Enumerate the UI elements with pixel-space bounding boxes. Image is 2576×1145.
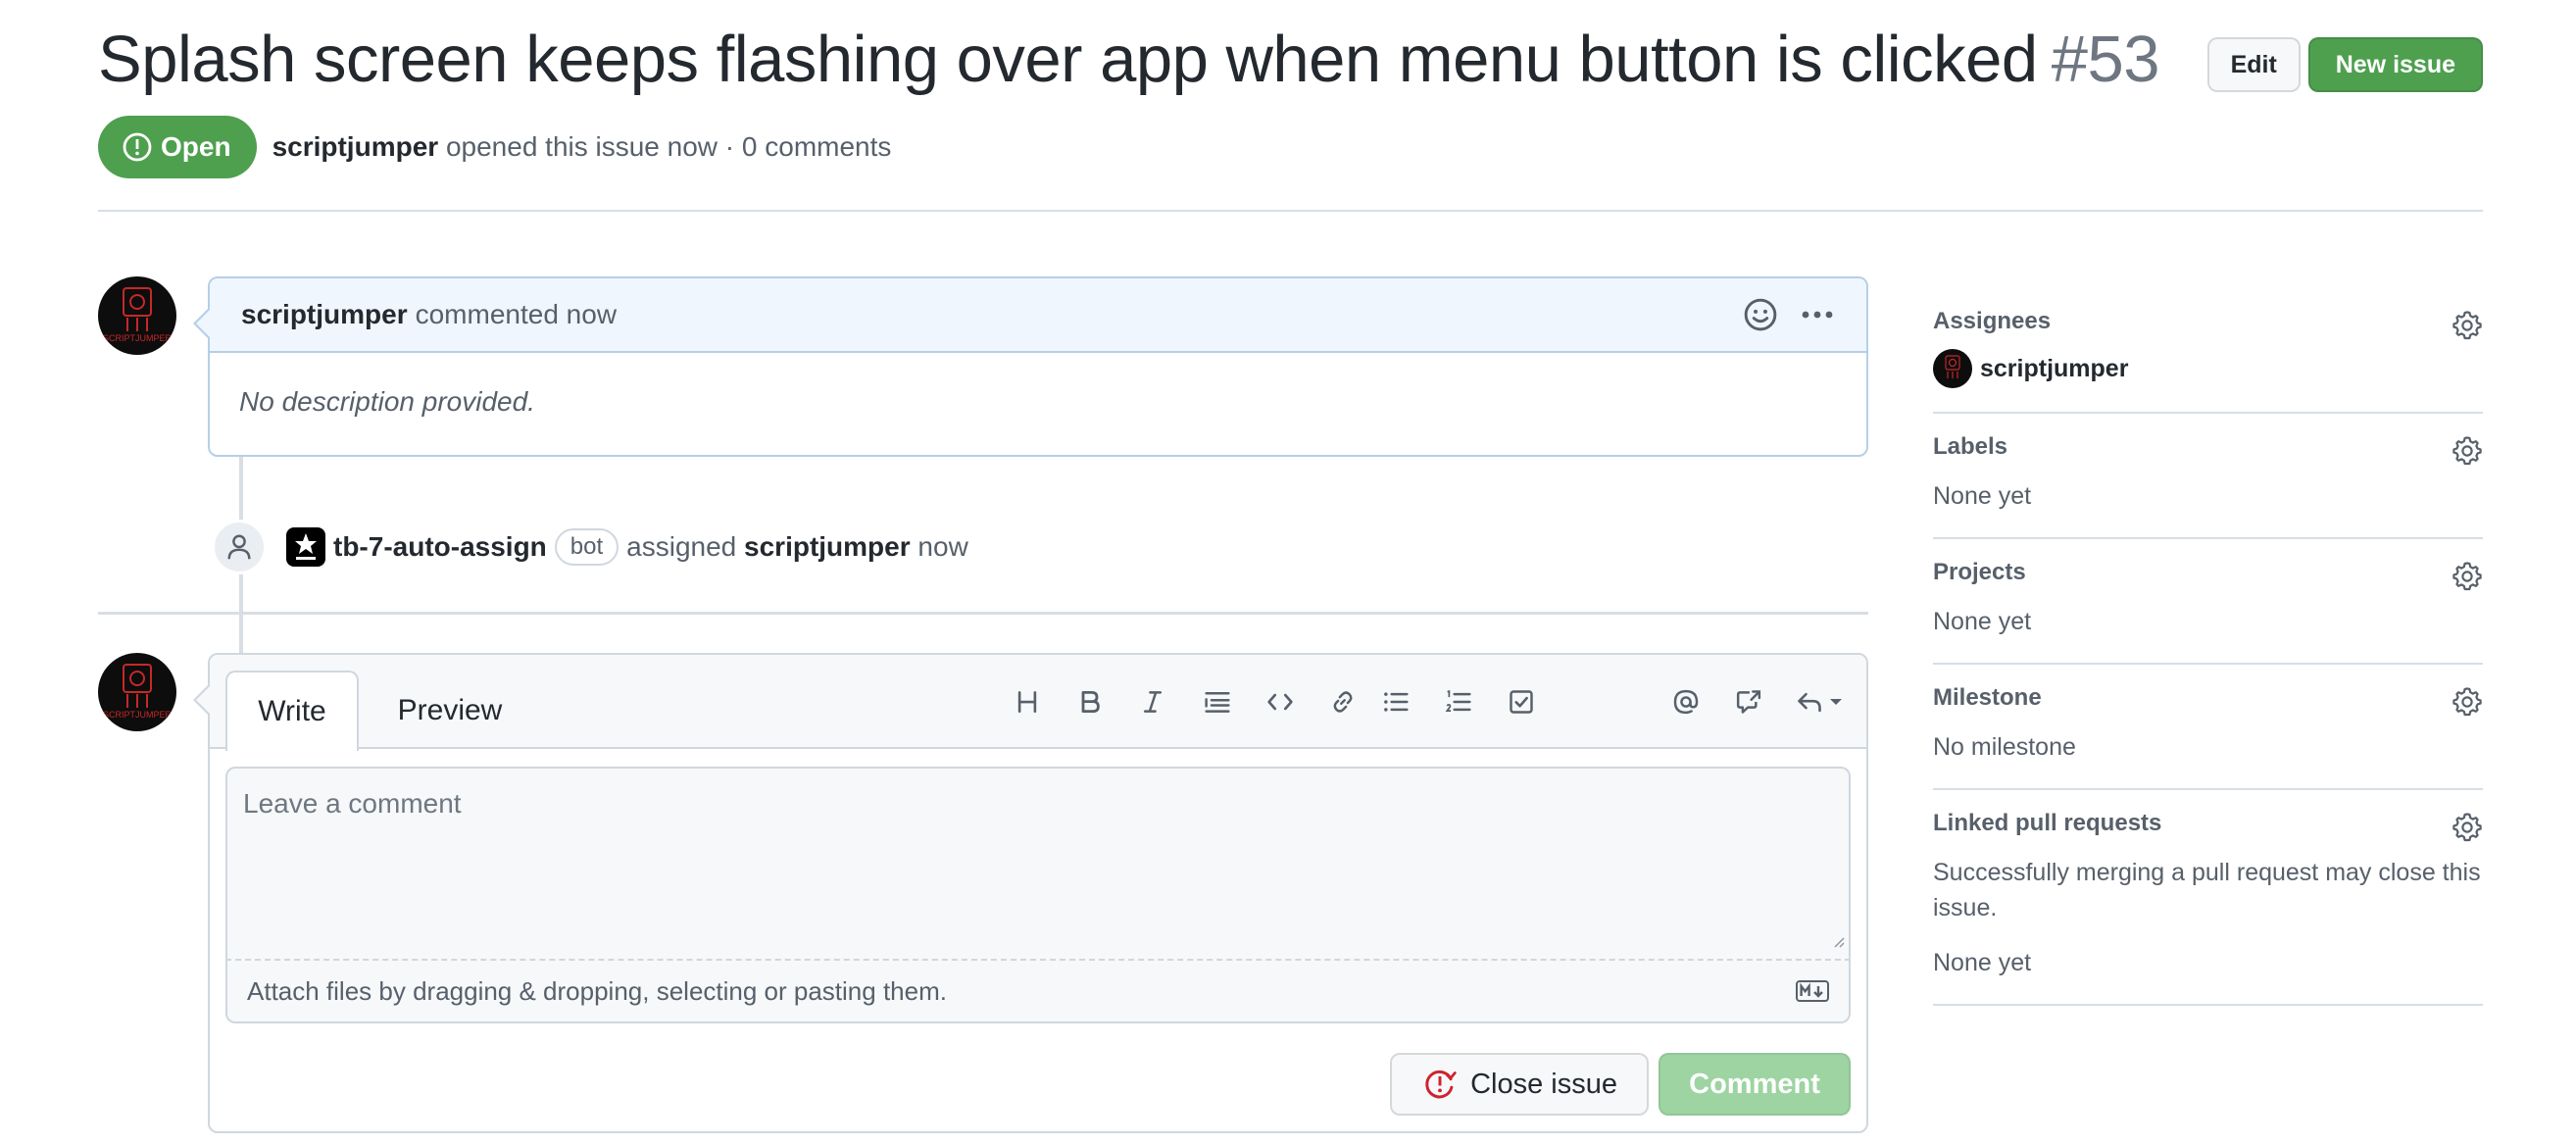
toolbar-group-lists [1364, 680, 1553, 723]
issue-title-text: Splash screen keeps flashing over app wh… [98, 23, 2038, 96]
mention-icon[interactable] [1655, 680, 1717, 723]
assignees-title[interactable]: Assignees [1933, 308, 2483, 335]
kebab-menu-icon[interactable] [1798, 297, 1837, 332]
labels-gear-icon[interactable] [2452, 435, 2483, 472]
projects-gear-icon[interactable] [2452, 561, 2483, 597]
linked-prs-description: Successfully merging a pull request may … [1933, 859, 2481, 921]
linked-prs-value: None yet [1933, 949, 2032, 976]
event-time: now [917, 531, 968, 562]
milestone-title[interactable]: Milestone [1933, 684, 2483, 712]
current-user-avatar[interactable]: SCRIPTJUMPER [98, 653, 176, 731]
heading-icon[interactable] [996, 680, 1059, 723]
code-icon[interactable] [1249, 680, 1312, 723]
bot-actor-link[interactable]: tb-7-auto-assign [333, 531, 547, 563]
person-icon [212, 520, 267, 574]
issue-number: #53 [2051, 23, 2160, 96]
timeline-line-lower [239, 615, 243, 653]
comment-composer: Write Preview Leave a comment Attach fil… [193, 653, 1868, 1133]
comment-author-avatar[interactable]: SCRIPTJUMPER [98, 276, 176, 355]
toolbar-group-references [1655, 680, 1858, 723]
issue-meta: scriptjumper opened this issue now · 0 c… [272, 131, 892, 163]
header-actions: Edit New issue [2206, 37, 2483, 92]
milestone-gear-icon[interactable] [2452, 686, 2483, 722]
state-badge: Open [98, 116, 257, 178]
add-reaction-icon[interactable] [1743, 297, 1778, 332]
assignees-gear-icon[interactable] [2452, 310, 2483, 346]
saved-replies-icon[interactable] [1780, 680, 1858, 723]
projects-value: None yet [1933, 608, 2032, 635]
event-action: assigned [626, 531, 737, 562]
assignee-avatar [1933, 349, 1972, 388]
timeline-event-assigned: tb-7-auto-assign bot assigned scriptjump… [286, 527, 968, 567]
comment-textarea[interactable]: Leave a comment [225, 767, 1851, 961]
cross-reference-icon[interactable] [1717, 680, 1780, 723]
new-issue-button[interactable]: New issue [2307, 37, 2483, 92]
edit-button[interactable]: Edit [2206, 37, 2301, 92]
markdown-icon[interactable] [1796, 980, 1829, 1002]
comment-placeholder: Leave a comment [243, 788, 462, 819]
assignee-user[interactable]: scriptjumper [1933, 349, 2483, 388]
issue-meta-text: opened this issue now · 0 comments [445, 131, 892, 162]
labels-title[interactable]: Labels [1933, 433, 2483, 461]
linked-prs-gear-icon[interactable] [2452, 812, 2483, 848]
comment-body: No description provided. [239, 386, 535, 417]
sidebar-linked-prs: Linked pull requests Successfully mergin… [1933, 790, 2483, 1006]
bot-avatar[interactable] [286, 527, 325, 567]
issue-closed-icon [1425, 1070, 1457, 1099]
issue-sidebar: Assignees scriptjumper Labels None yet P… [1933, 288, 2483, 1006]
comment-submit-button[interactable]: Comment [1659, 1053, 1851, 1116]
issue-open-icon [123, 132, 152, 162]
issue-comment: scriptjumper commented now No descriptio… [193, 276, 1868, 457]
toolbar-group-blocks [1186, 680, 1374, 723]
resize-grip-icon[interactable] [1829, 923, 1845, 955]
bold-icon[interactable] [1059, 680, 1121, 723]
tab-write[interactable]: Write [225, 671, 359, 751]
issue-state-row: Open scriptjumper opened this issue now … [98, 116, 891, 178]
labels-value: None yet [1933, 482, 2032, 510]
assignee-name: scriptjumper [1980, 354, 2129, 382]
milestone-value: No milestone [1933, 733, 2076, 761]
close-issue-label: Close issue [1470, 1068, 1617, 1100]
event-target-link[interactable]: scriptjumper [744, 531, 911, 563]
comment-author-link[interactable]: scriptjumper [241, 299, 408, 330]
italic-icon[interactable] [1121, 680, 1184, 723]
bot-badge: bot [554, 528, 619, 566]
attach-files-hint: Attach files by dragging & dropping, sel… [247, 975, 947, 1006]
sidebar-milestone: Milestone No milestone [1933, 665, 2483, 790]
unordered-list-icon[interactable] [1364, 680, 1427, 723]
sidebar-assignees: Assignees scriptjumper [1933, 288, 2483, 414]
file-attachment-bar[interactable]: Attach files by dragging & dropping, sel… [225, 961, 1851, 1023]
avatar-logo-text: SCRIPTJUMPER [103, 710, 173, 720]
comment-header: scriptjumper commented now [210, 278, 1866, 353]
tab-preview[interactable]: Preview [376, 671, 523, 751]
header-divider [98, 210, 2483, 212]
issue-title: Splash screen keeps flashing over app wh… [98, 22, 2159, 97]
sidebar-labels: Labels None yet [1933, 414, 2483, 539]
timeline-divider [98, 612, 1868, 615]
quote-icon[interactable] [1186, 680, 1249, 723]
toolbar-group-text [996, 680, 1184, 723]
issue-page: Splash screen keeps flashing over app wh… [0, 0, 2576, 1145]
sidebar-projects: Projects None yet [1933, 539, 2483, 665]
chevron-down-icon [1830, 699, 1842, 705]
linked-prs-title[interactable]: Linked pull requests [1933, 810, 2483, 837]
task-list-icon[interactable] [1490, 680, 1553, 723]
state-label: Open [161, 131, 231, 162]
close-issue-button[interactable]: Close issue [1390, 1053, 1649, 1116]
comment-meta: commented now [415, 299, 618, 329]
composer-header: Write Preview [210, 655, 1866, 751]
avatar-logo-text: SCRIPTJUMPER [103, 333, 173, 343]
projects-title[interactable]: Projects [1933, 559, 2483, 586]
composer-actions: Close issue Comment [1390, 1053, 1851, 1116]
issue-author-link[interactable]: scriptjumper [272, 131, 439, 162]
ordered-list-icon[interactable] [1427, 680, 1490, 723]
